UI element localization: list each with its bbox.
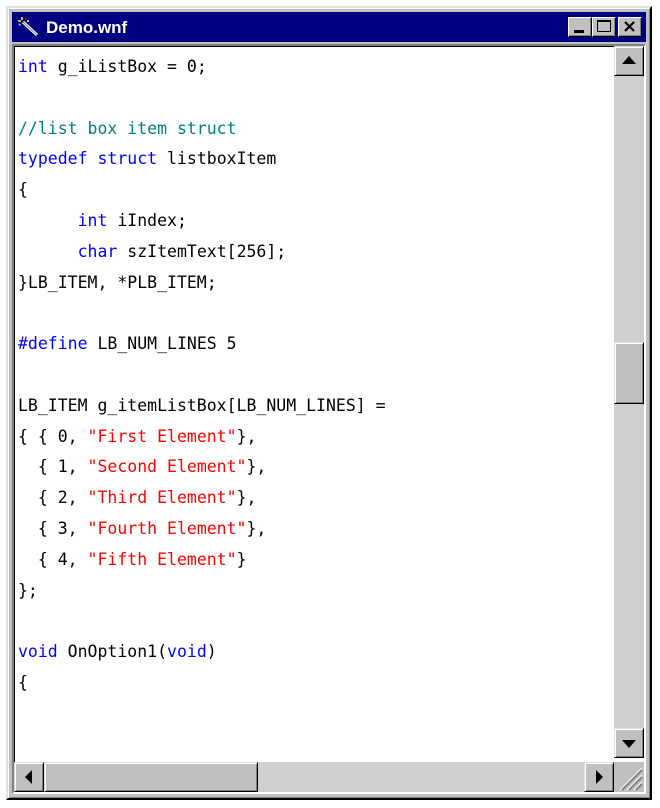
title-bar[interactable]: Demo.wnf	[12, 12, 646, 42]
code-line[interactable]: }LB_ITEM, *PLB_ITEM;	[18, 268, 614, 299]
code-text: {	[18, 672, 28, 692]
code-keyword: int	[18, 57, 48, 76]
code-line[interactable]	[18, 606, 614, 637]
maximize-button[interactable]	[592, 17, 616, 37]
code-text: iIndex;	[107, 210, 187, 230]
scroll-up-button[interactable]	[614, 46, 644, 76]
code-line[interactable]	[18, 83, 614, 114]
code-text: },	[246, 457, 267, 477]
code-line[interactable]: };	[18, 576, 614, 607]
code-line[interactable]: { 3, "Fourth Element"},	[18, 514, 614, 545]
code-string: "First Element"	[87, 426, 237, 446]
code-string: "Third Element"	[87, 488, 237, 508]
vertical-scroll-thumb[interactable]	[614, 342, 644, 404]
code-line[interactable]: {	[18, 175, 614, 206]
code-text: LB_NUM_LINES 5	[87, 334, 237, 354]
code-text: { 1,	[18, 457, 88, 477]
code-text: listboxItem	[157, 149, 277, 169]
code-line[interactable]: #define LB_NUM_LINES 5	[18, 329, 614, 360]
code-line[interactable]: //list box item struct	[18, 114, 614, 145]
code-text: }LB_ITEM, *PLB_ITEM;	[18, 272, 217, 292]
code-text: },	[246, 518, 267, 538]
code-text: g_iListBox = 0;	[47, 57, 207, 76]
code-keyword: #define	[18, 334, 88, 354]
editor-window: Demo.wnf int g_iListBox = 0; //list box …	[6, 6, 652, 800]
code-keyword: void	[167, 642, 207, 662]
code-keyword: char	[77, 241, 118, 261]
close-icon	[624, 21, 635, 32]
editor-client-area: int g_iListBox = 0; //list box item stru…	[12, 44, 646, 794]
maximize-icon	[597, 20, 611, 32]
code-line[interactable]: { 1, "Second Element"},	[18, 452, 614, 483]
code-text: {	[18, 180, 28, 200]
code-text: { 3,	[18, 518, 88, 538]
code-line[interactable]	[18, 298, 614, 329]
code-line[interactable]	[18, 360, 614, 391]
left-arrow-icon	[25, 770, 32, 784]
code-text: OnOption1(	[57, 642, 168, 662]
magic-wand-icon[interactable]	[18, 17, 40, 37]
code-string: "Fourth Element"	[87, 518, 247, 538]
up-arrow-icon	[622, 56, 636, 64]
code-line[interactable]: { 4, "Fifth Element"}	[18, 545, 614, 576]
code-line[interactable]: int iIndex;	[18, 206, 614, 237]
code-string: "Fifth Element"	[87, 549, 237, 569]
code-line[interactable]: int g_iListBox = 0;	[18, 52, 614, 83]
code-text: },	[236, 488, 257, 508]
code-line[interactable]: {	[18, 668, 614, 699]
scroll-right-button[interactable]	[584, 762, 614, 792]
horizontal-scrollbar[interactable]	[14, 762, 614, 792]
code-line[interactable]: LB_ITEM g_itemListBox[LB_NUM_LINES] =	[18, 391, 614, 422]
scroll-down-button[interactable]	[614, 728, 644, 758]
code-line[interactable]: void OnOption1(void)	[18, 637, 614, 668]
code-text: { 4,	[18, 549, 88, 569]
code-text: },	[236, 426, 257, 446]
minimize-button[interactable]	[568, 17, 592, 37]
code-text: }	[236, 549, 247, 569]
size-grip-icon[interactable]	[614, 762, 644, 792]
code-text: { { 0,	[18, 426, 88, 446]
horizontal-scroll-thumb[interactable]	[44, 762, 258, 792]
code-string: "Second Element"	[87, 457, 247, 477]
vertical-scrollbar[interactable]	[614, 46, 644, 758]
code-text: szItemText[256];	[117, 241, 287, 261]
code-line[interactable]: { { 0, "First Element"},	[18, 422, 614, 453]
scroll-left-button[interactable]	[14, 762, 44, 792]
code-keyword: typedef	[18, 149, 88, 169]
code-line[interactable]: { 2, "Third Element"},	[18, 483, 614, 514]
code-text: )	[206, 642, 217, 662]
code-text: LB_ITEM g_itemListBox[LB_NUM_LINES] =	[18, 395, 386, 415]
code-editor[interactable]: int g_iListBox = 0; //list box item stru…	[18, 52, 614, 750]
code-comment: //list box item struct	[18, 118, 237, 138]
window-title: Demo.wnf	[46, 18, 128, 37]
minimize-icon	[574, 30, 584, 33]
close-button[interactable]	[618, 17, 642, 37]
code-keyword: void	[18, 642, 58, 662]
code-line[interactable]: typedef struct listboxItem	[18, 144, 614, 175]
code-keyword: struct	[97, 149, 158, 169]
code-text: };	[18, 580, 38, 600]
code-line[interactable]: char szItemText[256];	[18, 237, 614, 268]
code-keyword: int	[77, 210, 108, 230]
down-arrow-icon	[622, 740, 636, 748]
right-arrow-icon	[596, 770, 603, 784]
code-text: { 2,	[18, 488, 88, 508]
